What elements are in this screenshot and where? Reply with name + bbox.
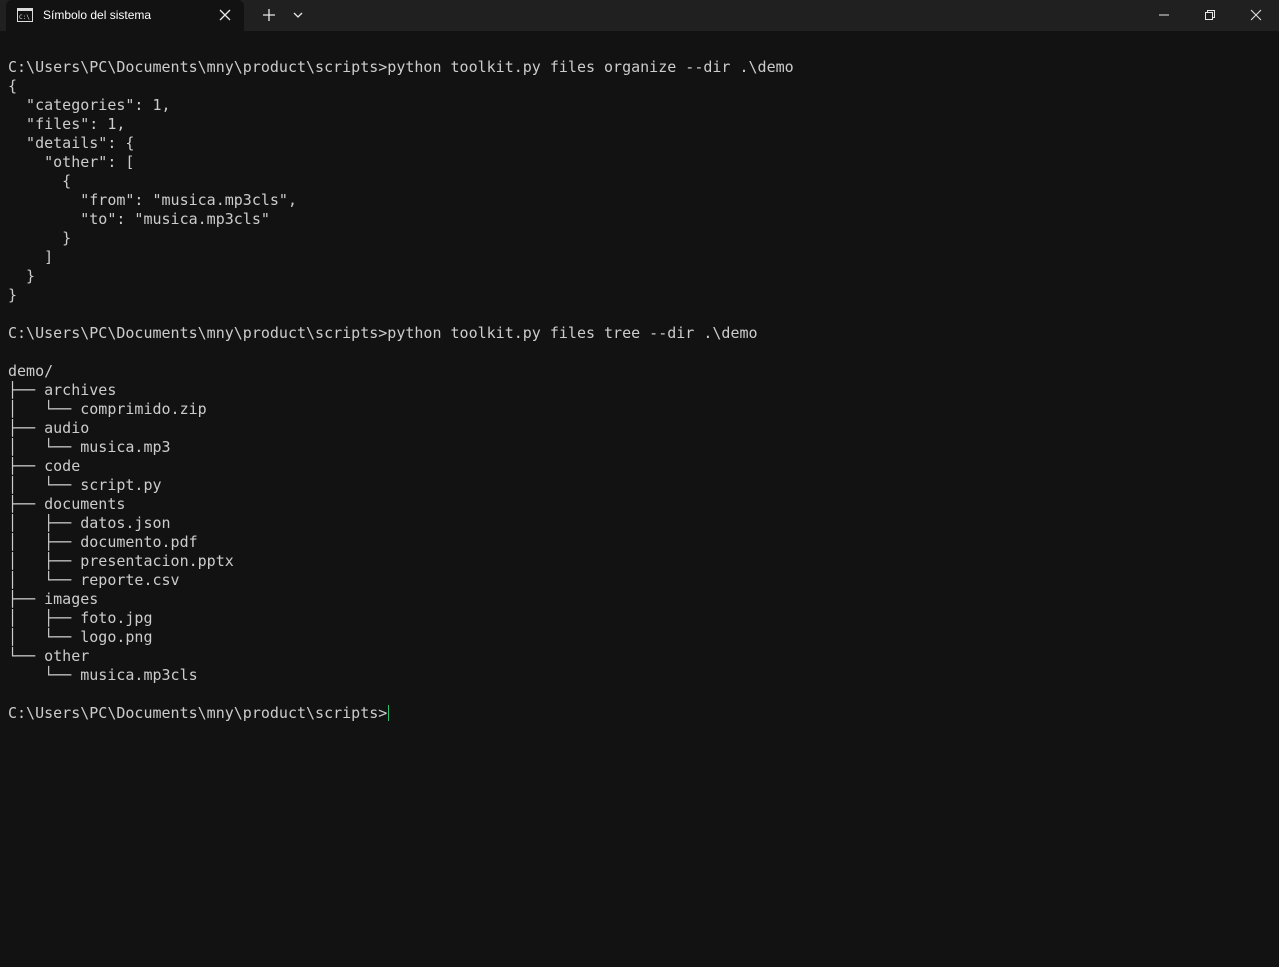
console-line: │ ├── documento.pdf [8, 533, 198, 551]
close-tab-button[interactable] [218, 8, 232, 22]
console-icon: C:\ [17, 8, 33, 22]
console-line: { [8, 172, 72, 190]
console-line: ├── documents [8, 495, 126, 513]
console-line: } [8, 229, 72, 247]
console-line: "details": { [8, 134, 135, 152]
console-line: │ ├── datos.json [8, 514, 171, 532]
console-line: └── musica.mp3cls [8, 666, 198, 684]
console-line: "from": "musica.mp3cls", [8, 191, 297, 209]
console-line: │ └── logo.png [8, 628, 153, 646]
console-line: "other": [ [8, 153, 135, 171]
console-line: "to": "musica.mp3cls" [8, 210, 270, 228]
new-tab-button[interactable] [260, 6, 278, 24]
minimize-button[interactable] [1141, 0, 1187, 31]
console-line: { [8, 77, 18, 95]
console-line: C:\Users\PC\Documents\mny\product\script… [8, 58, 794, 76]
console-line: │ └── reporte.csv [8, 571, 180, 589]
console-line: "files": 1, [8, 115, 126, 133]
console-line: "categories": 1, [8, 96, 171, 114]
tab-command-prompt[interactable]: C:\ Símbolo del sistema [6, 0, 244, 31]
tab-dropdown-button[interactable] [290, 7, 306, 23]
console-line: ├── images [8, 590, 99, 608]
close-icon [1250, 9, 1262, 21]
tab-title: Símbolo del sistema [43, 8, 152, 22]
console-line: demo/ [8, 362, 54, 380]
console-line: } [8, 267, 36, 285]
console-line: │ └── comprimido.zip [8, 400, 207, 418]
console-line: │ ├── presentacion.pptx [8, 552, 234, 570]
console-line: │ └── script.py [8, 476, 162, 494]
console-line: C:\Users\PC\Documents\mny\product\script… [8, 324, 758, 342]
prompt-line[interactable]: C:\Users\PC\Documents\mny\product\script… [8, 704, 390, 723]
console-line: │ ├── foto.jpg [8, 609, 153, 627]
minimize-icon [1159, 14, 1169, 16]
console-line: └── other [8, 647, 90, 665]
svg-text:C:\: C:\ [19, 14, 30, 21]
console-line: │ └── musica.mp3 [8, 438, 171, 456]
console-line: } [8, 286, 18, 304]
title-bar: C:\ Símbolo del sistema [0, 0, 1279, 31]
console-line: ├── audio [8, 419, 90, 437]
console-line: ├── archives [8, 381, 117, 399]
restore-icon [1205, 10, 1215, 20]
console-line: ] [8, 248, 54, 266]
console-line: ├── code [8, 457, 81, 475]
text-cursor [388, 705, 390, 721]
prompt-text: C:\Users\PC\Documents\mny\product\script… [8, 704, 388, 722]
console-output[interactable]: C:\Users\PC\Documents\mny\product\script… [0, 31, 1279, 967]
maximize-button[interactable] [1187, 0, 1233, 31]
close-window-button[interactable] [1233, 0, 1279, 31]
